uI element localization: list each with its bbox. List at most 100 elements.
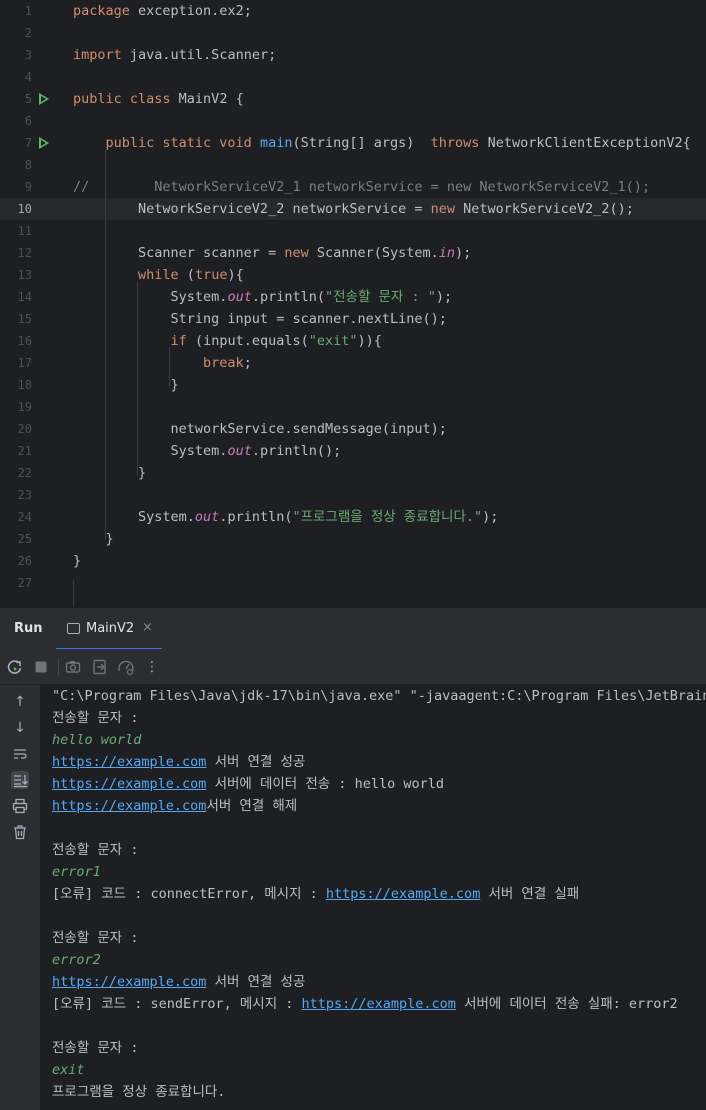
console-input-line: exit <box>52 1062 85 1078</box>
line-number: 24 <box>17 510 32 524</box>
print-icon[interactable] <box>11 797 29 815</box>
exit-icon[interactable] <box>91 658 109 676</box>
console-output-line: https://example.com 서버 연결 성공 <box>52 754 306 770</box>
url-link[interactable]: https://example.com <box>302 996 456 1012</box>
console-output[interactable]: "C:\Program Files\Java\jdk-17\bin\java.e… <box>40 685 706 1110</box>
line-number: 20 <box>17 422 32 436</box>
code-line[interactable]: 27 <box>0 572 706 594</box>
arrow-down-icon[interactable]: ↓ <box>11 719 29 737</box>
arrow-up-icon[interactable]: ↑ <box>11 693 29 711</box>
code-text: while (true){ <box>138 267 244 283</box>
code-text: } <box>73 377 179 393</box>
code-text: package exception.ex2; <box>73 3 252 19</box>
code-line[interactable]: 2 <box>0 22 706 44</box>
code-text: } <box>73 553 82 569</box>
code-text: } <box>73 531 114 547</box>
code-text: if (input.equals("exit")){ <box>170 333 382 349</box>
code-line[interactable]: 4 <box>0 66 706 88</box>
profile-icon[interactable] <box>117 658 135 676</box>
line-number: 5 <box>24 92 32 106</box>
code-text: System.out.println("프로그램을 정상 종료합니다."); <box>73 509 499 525</box>
line-number: 6 <box>24 114 32 128</box>
line-number: 14 <box>17 290 32 304</box>
code-text: NetworkServiceV2_2 networkService = new … <box>73 201 634 217</box>
code-text: } <box>73 465 147 481</box>
url-link[interactable]: https://example.com <box>52 798 206 814</box>
camera-icon[interactable] <box>64 658 82 676</box>
line-number: 18 <box>17 378 32 392</box>
run-gutter-icon[interactable] <box>39 137 49 149</box>
trash-icon[interactable] <box>11 823 29 841</box>
console-output-line: 전송할 문자 : <box>52 710 139 726</box>
line-number: 22 <box>17 466 32 480</box>
console-output-line: "C:\Program Files\Java\jdk-17\bin\java.e… <box>52 688 706 704</box>
console-output-line: https://example.com서버 연결 해제 <box>52 798 298 814</box>
line-number: 10 <box>17 202 32 216</box>
scroll-to-end-icon[interactable] <box>11 771 29 789</box>
line-number: 11 <box>17 224 32 238</box>
line-number: 1 <box>24 4 32 18</box>
code-line[interactable]: 3 import java.util.Scanner; <box>0 44 706 66</box>
console-output-line: https://example.com 서버에 데이터 전송 : hello w… <box>52 776 444 792</box>
line-number: 17 <box>17 356 32 370</box>
code-text: break; <box>203 355 252 371</box>
code-text: public static void main(String[] args) t… <box>105 135 691 151</box>
indent-guide <box>105 150 106 540</box>
console-output-line: 프로그램을 정상 종료합니다. <box>52 1084 226 1100</box>
line-number: 19 <box>17 400 32 414</box>
line-number: 16 <box>17 334 32 348</box>
line-number: 3 <box>24 48 32 62</box>
rerun-icon[interactable] <box>6 658 24 676</box>
code-text: networkService.sendMessage(input); <box>73 421 447 437</box>
code-line[interactable]: 6 <box>0 110 706 132</box>
line-number: 8 <box>24 158 32 172</box>
run-gutter-icon[interactable] <box>39 93 49 105</box>
console-output-line: 전송할 문자 : <box>52 930 139 946</box>
run-title: Run <box>14 621 43 636</box>
line-number: 4 <box>24 70 32 84</box>
url-link[interactable]: https://example.com <box>52 754 206 770</box>
console-output-line: 전송할 문자 : <box>52 1040 139 1056</box>
indent-guide <box>73 580 74 607</box>
console-tab-icon <box>67 623 80 634</box>
line-number: 25 <box>17 532 32 546</box>
line-number: 21 <box>17 444 32 458</box>
close-icon[interactable]: × <box>142 620 153 635</box>
soft-wrap-icon[interactable] <box>11 745 29 763</box>
url-link[interactable]: https://example.com <box>52 776 206 792</box>
line-number: 15 <box>17 312 32 326</box>
code-line[interactable]: 1 package exception.ex2; <box>0 0 706 22</box>
console-input-line: hello world <box>52 732 142 748</box>
code-text: Scanner scanner = new Scanner(System.in)… <box>73 245 472 261</box>
tab-mainv2[interactable]: MainV2 × <box>56 608 162 650</box>
indent-guide <box>137 282 138 476</box>
code-text: // NetworkServiceV2_1 networkService = n… <box>73 179 651 195</box>
console-output-line: https://example.com 서버 연결 성공 <box>52 974 306 990</box>
code-line[interactable]: 26} <box>0 550 706 572</box>
code-text: System.out.println("전송할 문자 : "); <box>73 289 453 305</box>
console-side-toolbar: ↑ ↓ <box>0 685 40 1110</box>
indent-guide <box>169 348 170 388</box>
code-text: public class MainV2 { <box>73 91 244 107</box>
line-number: 26 <box>17 554 32 568</box>
line-number: 12 <box>17 246 32 260</box>
code-line[interactable]: 5 public class MainV2 { <box>0 88 706 110</box>
toolbar-separator <box>58 658 59 676</box>
console-input-line: error2 <box>52 952 101 968</box>
code-text: String input = scanner.nextLine(); <box>73 311 447 327</box>
console-output-line: [오류] 코드 : sendError, 메시지 : https://examp… <box>52 996 678 1012</box>
console-output-line: [오류] 코드 : connectError, 메시지 : https://ex… <box>52 886 580 902</box>
console-output-line: 전송할 문자 : <box>52 842 139 858</box>
url-link[interactable]: https://example.com <box>326 886 480 902</box>
code-text: System.out.println(); <box>73 443 342 459</box>
more-icon[interactable]: ⋮ <box>143 658 161 676</box>
tab-label: MainV2 <box>86 621 135 636</box>
run-toolbar: ⋮ <box>0 649 706 685</box>
line-number: 13 <box>17 268 32 282</box>
code-editor[interactable]: 1 package exception.ex2; 2 3 import java.uti… <box>0 0 706 607</box>
code-text: import java.util.Scanner; <box>73 47 277 63</box>
url-link[interactable]: https://example.com <box>52 974 206 990</box>
line-number: 27 <box>17 576 32 590</box>
stop-icon[interactable] <box>32 658 50 676</box>
console-input-line: error1 <box>52 864 101 880</box>
